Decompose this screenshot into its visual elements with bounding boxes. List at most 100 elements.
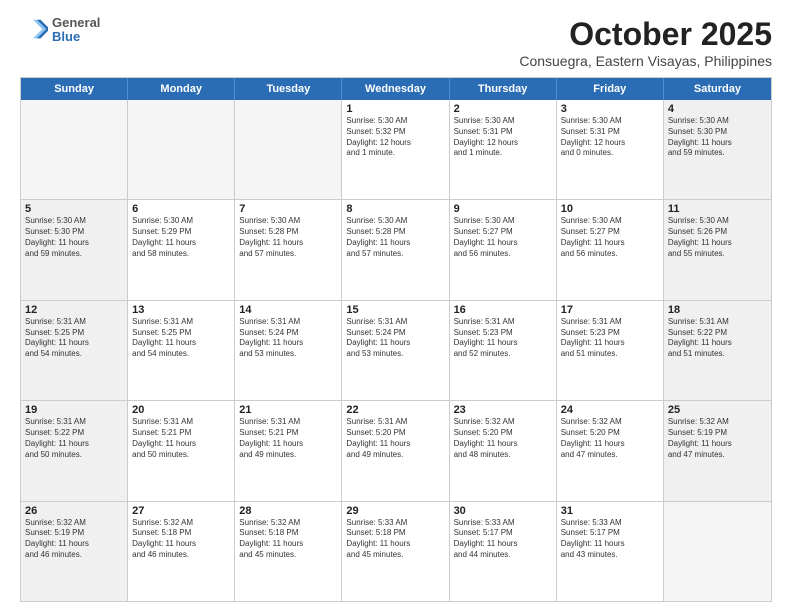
- day-info: Sunrise: 5:31 AM Sunset: 5:25 PM Dayligh…: [132, 317, 230, 360]
- day-number: 23: [454, 404, 552, 416]
- day-info: Sunrise: 5:31 AM Sunset: 5:22 PM Dayligh…: [25, 417, 123, 460]
- calendar-week-4: 19Sunrise: 5:31 AM Sunset: 5:22 PM Dayli…: [21, 401, 771, 501]
- logo-text: General Blue: [52, 16, 100, 45]
- day-info: Sunrise: 5:30 AM Sunset: 5:31 PM Dayligh…: [561, 116, 659, 159]
- calendar-empty-cell: [21, 100, 128, 199]
- calendar-day-24: 24Sunrise: 5:32 AM Sunset: 5:20 PM Dayli…: [557, 401, 664, 500]
- day-info: Sunrise: 5:33 AM Sunset: 5:17 PM Dayligh…: [454, 518, 552, 561]
- day-info: Sunrise: 5:30 AM Sunset: 5:30 PM Dayligh…: [668, 116, 767, 159]
- day-number: 20: [132, 404, 230, 416]
- day-number: 26: [25, 505, 123, 517]
- day-number: 19: [25, 404, 123, 416]
- day-info: Sunrise: 5:30 AM Sunset: 5:29 PM Dayligh…: [132, 216, 230, 259]
- day-number: 21: [239, 404, 337, 416]
- day-number: 4: [668, 103, 767, 115]
- day-number: 13: [132, 304, 230, 316]
- calendar-day-30: 30Sunrise: 5:33 AM Sunset: 5:17 PM Dayli…: [450, 502, 557, 601]
- day-info: Sunrise: 5:30 AM Sunset: 5:31 PM Dayligh…: [454, 116, 552, 159]
- day-info: Sunrise: 5:31 AM Sunset: 5:21 PM Dayligh…: [239, 417, 337, 460]
- day-info: Sunrise: 5:31 AM Sunset: 5:25 PM Dayligh…: [25, 317, 123, 360]
- calendar-day-14: 14Sunrise: 5:31 AM Sunset: 5:24 PM Dayli…: [235, 301, 342, 400]
- logo-icon: [20, 16, 48, 44]
- calendar-day-28: 28Sunrise: 5:32 AM Sunset: 5:18 PM Dayli…: [235, 502, 342, 601]
- day-info: Sunrise: 5:31 AM Sunset: 5:22 PM Dayligh…: [668, 317, 767, 360]
- calendar-day-21: 21Sunrise: 5:31 AM Sunset: 5:21 PM Dayli…: [235, 401, 342, 500]
- calendar-day-2: 2Sunrise: 5:30 AM Sunset: 5:31 PM Daylig…: [450, 100, 557, 199]
- calendar-week-3: 12Sunrise: 5:31 AM Sunset: 5:25 PM Dayli…: [21, 301, 771, 401]
- page: General Blue October 2025 Consuegra, Eas…: [0, 0, 792, 612]
- month-title: October 2025: [519, 16, 772, 53]
- day-number: 2: [454, 103, 552, 115]
- day-info: Sunrise: 5:31 AM Sunset: 5:23 PM Dayligh…: [561, 317, 659, 360]
- day-number: 6: [132, 203, 230, 215]
- day-number: 18: [668, 304, 767, 316]
- day-number: 9: [454, 203, 552, 215]
- day-number: 5: [25, 203, 123, 215]
- calendar-week-1: 1Sunrise: 5:30 AM Sunset: 5:32 PM Daylig…: [21, 100, 771, 200]
- calendar-day-10: 10Sunrise: 5:30 AM Sunset: 5:27 PM Dayli…: [557, 200, 664, 299]
- calendar-day-19: 19Sunrise: 5:31 AM Sunset: 5:22 PM Dayli…: [21, 401, 128, 500]
- day-info: Sunrise: 5:30 AM Sunset: 5:27 PM Dayligh…: [454, 216, 552, 259]
- day-number: 14: [239, 304, 337, 316]
- day-number: 29: [346, 505, 444, 517]
- calendar-day-1: 1Sunrise: 5:30 AM Sunset: 5:32 PM Daylig…: [342, 100, 449, 199]
- day-info: Sunrise: 5:32 AM Sunset: 5:20 PM Dayligh…: [561, 417, 659, 460]
- calendar-day-22: 22Sunrise: 5:31 AM Sunset: 5:20 PM Dayli…: [342, 401, 449, 500]
- day-info: Sunrise: 5:32 AM Sunset: 5:20 PM Dayligh…: [454, 417, 552, 460]
- calendar-day-4: 4Sunrise: 5:30 AM Sunset: 5:30 PM Daylig…: [664, 100, 771, 199]
- calendar-empty-cell: [664, 502, 771, 601]
- day-number: 16: [454, 304, 552, 316]
- day-info: Sunrise: 5:31 AM Sunset: 5:21 PM Dayligh…: [132, 417, 230, 460]
- header-day-saturday: Saturday: [664, 78, 771, 100]
- calendar-day-16: 16Sunrise: 5:31 AM Sunset: 5:23 PM Dayli…: [450, 301, 557, 400]
- day-info: Sunrise: 5:33 AM Sunset: 5:18 PM Dayligh…: [346, 518, 444, 561]
- location-subtitle: Consuegra, Eastern Visayas, Philippines: [519, 53, 772, 69]
- calendar-day-5: 5Sunrise: 5:30 AM Sunset: 5:30 PM Daylig…: [21, 200, 128, 299]
- day-number: 15: [346, 304, 444, 316]
- day-number: 10: [561, 203, 659, 215]
- day-info: Sunrise: 5:30 AM Sunset: 5:26 PM Dayligh…: [668, 216, 767, 259]
- header-day-wednesday: Wednesday: [342, 78, 449, 100]
- calendar-header: SundayMondayTuesdayWednesdayThursdayFrid…: [21, 78, 771, 100]
- calendar-day-20: 20Sunrise: 5:31 AM Sunset: 5:21 PM Dayli…: [128, 401, 235, 500]
- day-number: 28: [239, 505, 337, 517]
- day-info: Sunrise: 5:30 AM Sunset: 5:32 PM Dayligh…: [346, 116, 444, 159]
- calendar-day-7: 7Sunrise: 5:30 AM Sunset: 5:28 PM Daylig…: [235, 200, 342, 299]
- day-number: 12: [25, 304, 123, 316]
- calendar-day-27: 27Sunrise: 5:32 AM Sunset: 5:18 PM Dayli…: [128, 502, 235, 601]
- day-number: 3: [561, 103, 659, 115]
- calendar-day-6: 6Sunrise: 5:30 AM Sunset: 5:29 PM Daylig…: [128, 200, 235, 299]
- day-info: Sunrise: 5:31 AM Sunset: 5:23 PM Dayligh…: [454, 317, 552, 360]
- calendar-day-11: 11Sunrise: 5:30 AM Sunset: 5:26 PM Dayli…: [664, 200, 771, 299]
- header-day-tuesday: Tuesday: [235, 78, 342, 100]
- day-number: 31: [561, 505, 659, 517]
- calendar-day-23: 23Sunrise: 5:32 AM Sunset: 5:20 PM Dayli…: [450, 401, 557, 500]
- logo-line2: Blue: [52, 30, 100, 44]
- day-number: 8: [346, 203, 444, 215]
- day-number: 11: [668, 203, 767, 215]
- day-number: 22: [346, 404, 444, 416]
- header-day-sunday: Sunday: [21, 78, 128, 100]
- header-day-monday: Monday: [128, 78, 235, 100]
- day-number: 27: [132, 505, 230, 517]
- day-number: 24: [561, 404, 659, 416]
- calendar-day-17: 17Sunrise: 5:31 AM Sunset: 5:23 PM Dayli…: [557, 301, 664, 400]
- day-number: 17: [561, 304, 659, 316]
- calendar-week-5: 26Sunrise: 5:32 AM Sunset: 5:19 PM Dayli…: [21, 502, 771, 601]
- calendar-day-25: 25Sunrise: 5:32 AM Sunset: 5:19 PM Dayli…: [664, 401, 771, 500]
- logo-line1: General: [52, 16, 100, 30]
- calendar-day-12: 12Sunrise: 5:31 AM Sunset: 5:25 PM Dayli…: [21, 301, 128, 400]
- calendar-day-18: 18Sunrise: 5:31 AM Sunset: 5:22 PM Dayli…: [664, 301, 771, 400]
- calendar: SundayMondayTuesdayWednesdayThursdayFrid…: [20, 77, 772, 602]
- calendar-week-2: 5Sunrise: 5:30 AM Sunset: 5:30 PM Daylig…: [21, 200, 771, 300]
- calendar-empty-cell: [235, 100, 342, 199]
- day-info: Sunrise: 5:32 AM Sunset: 5:18 PM Dayligh…: [239, 518, 337, 561]
- day-info: Sunrise: 5:31 AM Sunset: 5:24 PM Dayligh…: [239, 317, 337, 360]
- day-number: 30: [454, 505, 552, 517]
- day-info: Sunrise: 5:30 AM Sunset: 5:28 PM Dayligh…: [346, 216, 444, 259]
- day-number: 25: [668, 404, 767, 416]
- day-info: Sunrise: 5:30 AM Sunset: 5:27 PM Dayligh…: [561, 216, 659, 259]
- calendar-empty-cell: [128, 100, 235, 199]
- calendar-day-26: 26Sunrise: 5:32 AM Sunset: 5:19 PM Dayli…: [21, 502, 128, 601]
- calendar-day-15: 15Sunrise: 5:31 AM Sunset: 5:24 PM Dayli…: [342, 301, 449, 400]
